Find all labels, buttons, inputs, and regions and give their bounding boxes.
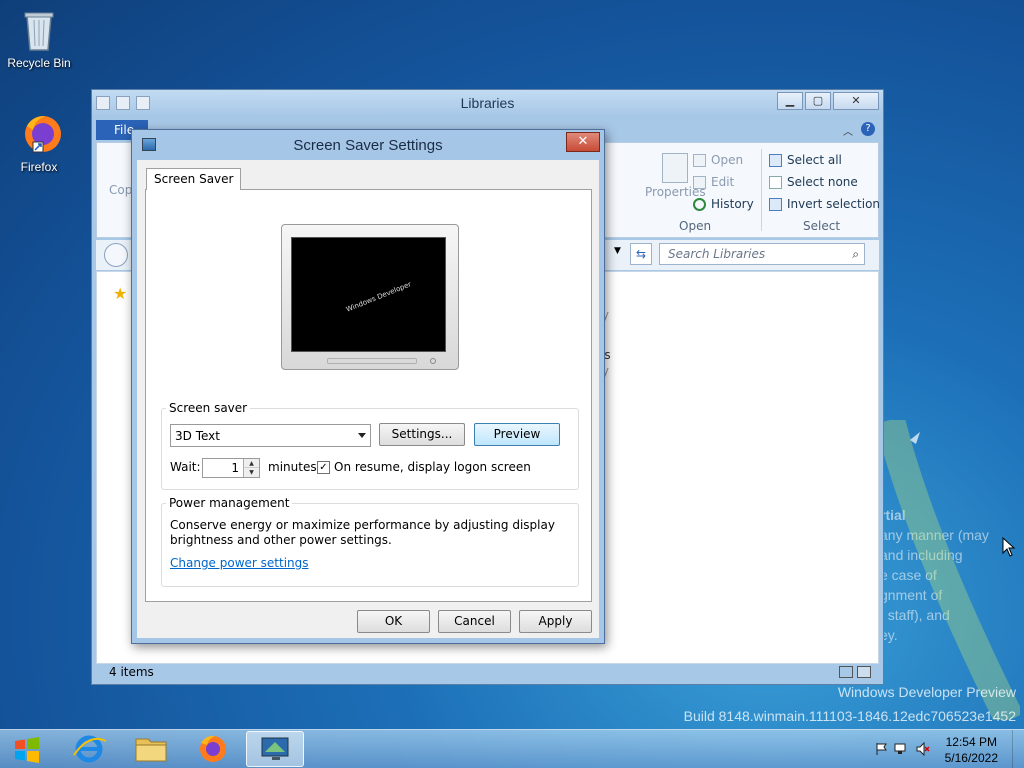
clock-date: 5/16/2022 [944,751,998,765]
edit-label: Edit [711,175,735,189]
screen-saver-tab-panel: Windows Developer Screen saver 3D Text S… [145,189,592,602]
taskbar: 12:54 PM 5/16/2022 [0,729,1024,768]
help-icon[interactable]: ? [861,122,875,136]
recycle-bin-icon [19,8,59,52]
clock-time: 12:54 PM [945,735,997,749]
tab-screen-saver[interactable]: Screen Saver [146,168,242,190]
windows-logo-icon [15,737,39,763]
network-icon[interactable] [894,742,908,756]
open-label: Open [711,153,744,167]
chevron-down-icon [358,433,366,438]
minimize-button[interactable]: ▁ [777,92,803,110]
dialog-close-button[interactable]: ✕ [566,132,600,152]
history-button[interactable]: History [693,197,754,211]
explorer-titlebar[interactable]: Libraries ▁ ▢ ✕ [92,90,883,118]
taskbar-clock[interactable]: 12:54 PM 5/16/2022 [945,734,998,766]
select-none-button[interactable]: Select none [769,175,858,189]
dialog-title: Screen Saver Settings [293,137,443,154]
desktop-icon-label: Firefox [20,160,58,174]
wait-value: 1 [231,461,239,475]
details-view-icon[interactable] [839,666,853,678]
taskbar-internet-explorer[interactable] [60,731,118,767]
taskbar-screen-saver-settings[interactable] [246,731,304,767]
volume-muted-icon[interactable] [916,741,930,757]
power-led-icon [430,358,436,364]
select-all-button[interactable]: Select all [769,153,842,167]
select-none-label: Select none [787,175,858,189]
explorer-title: Libraries [460,95,515,111]
watermark-edition: Windows Developer Preview [837,684,1016,700]
dialog-titlebar[interactable]: Screen Saver Settings ✕ [132,130,604,160]
resume-logon-label: On resume, display logon screen [334,460,531,474]
wait-label: Wait: [170,460,201,474]
watermark-build: Build 8148.winmain.111103-1846.12edc7065… [683,708,1016,724]
action-center-flag-icon[interactable] [874,742,888,756]
desktop-icon-label: Recycle Bin [7,56,71,70]
select-all-icon [769,153,782,167]
desktop-icon-firefox[interactable]: Firefox [1,112,77,174]
show-desktop-button[interactable] [1012,730,1024,768]
status-bar: 4 items [96,664,879,682]
mouse-cursor-icon [1002,537,1016,557]
wallpaper-decoration [880,420,1020,720]
items-count: 4 items [109,665,154,679]
power-description-line1: Conserve energy or maximize performance … [170,518,555,532]
power-management-label: Power management [166,496,293,510]
edit-button[interactable]: Edit [693,175,734,189]
address-dropdown-icon[interactable]: ▼ [614,246,621,256]
resume-logon-checkbox[interactable]: ✓ [317,461,330,474]
favorites-icon[interactable]: ★ [113,284,127,303]
history-icon [693,197,706,211]
refresh-icon[interactable]: ⇆ [630,243,652,265]
ribbon-divider [761,149,762,231]
power-description-line2: brightness and other power settings. [170,533,392,547]
screen-saver-dialog: Screen Saver Settings ✕ Screen Saver Win… [131,129,605,644]
invert-selection-label: Invert selection [787,197,881,211]
screen-saver-select[interactable]: 3D Text [170,424,371,447]
large-icons-view-icon[interactable] [857,666,871,678]
firefox-icon [19,112,61,156]
spin-down-icon[interactable]: ▼ [243,468,259,477]
search-icon: ⌕ [852,247,859,261]
cancel-button[interactable]: Cancel [438,610,511,633]
open-icon [693,153,706,167]
back-icon[interactable] [104,243,128,267]
open-group-label: Open [679,219,712,233]
ok-button[interactable]: OK [357,610,430,633]
apply-button[interactable]: Apply [519,610,592,633]
invert-selection-button[interactable]: Invert selection [769,197,880,211]
taskbar-file-explorer[interactable] [122,731,180,767]
monitor-slot [327,358,417,364]
minutes-label: minutes [268,460,317,474]
selected-saver: 3D Text [175,429,220,443]
desktop-icon-recycle-bin[interactable]: Recycle Bin [1,8,77,70]
display-settings-icon [261,737,289,760]
maximize-button[interactable]: ▢ [805,92,831,110]
taskbar-firefox[interactable] [184,731,242,767]
monitor-preview: Windows Developer [281,224,459,370]
start-button[interactable] [0,730,54,768]
history-label: History [711,197,754,211]
ribbon-collapse-icon[interactable]: ︿ [843,123,853,138]
close-button[interactable]: ✕ [833,92,879,110]
select-all-label: Select all [787,153,842,167]
spin-up-icon[interactable]: ▲ [243,459,259,468]
select-none-icon [769,175,782,189]
edit-icon [693,175,706,189]
preview-screen: Windows Developer [291,237,446,352]
select-group-label: Select [803,219,841,233]
firefox-icon [200,735,226,762]
wait-stepper[interactable]: 1 ▲ ▼ [202,458,260,478]
search-input[interactable]: Search Libraries [659,243,865,265]
preview-button[interactable]: Preview [474,423,560,446]
open-button[interactable]: Open [693,153,743,167]
invert-selection-icon [769,197,782,211]
properties-icon [662,153,689,183]
change-power-settings-link[interactable]: Change power settings [170,556,309,570]
settings-button[interactable]: Settings... [379,423,465,446]
screen-saver-group-label: Screen saver [166,401,251,415]
folder-icon [135,738,167,762]
internet-explorer-icon [73,735,107,763]
preview-3d-text: Windows Developer [345,280,413,314]
